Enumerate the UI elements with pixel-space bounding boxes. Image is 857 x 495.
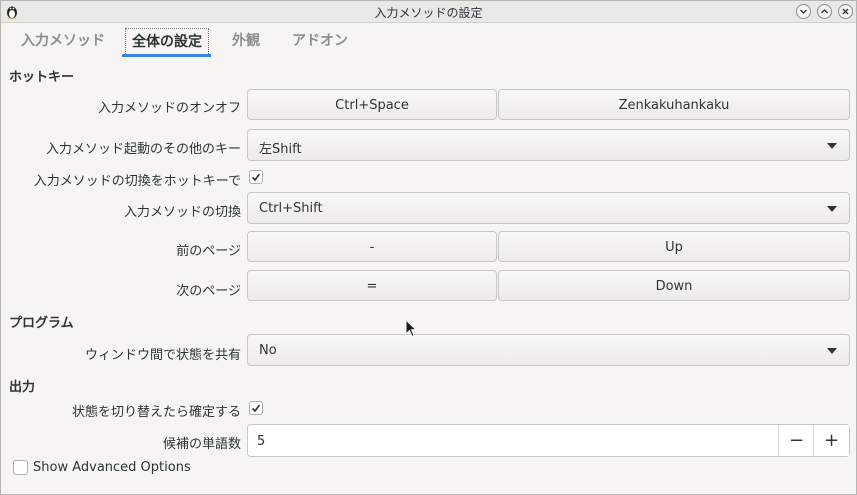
- close-icon: [842, 8, 849, 15]
- tab-appearance[interactable]: 外観: [226, 27, 266, 55]
- close-button[interactable]: [838, 4, 853, 19]
- section-output: 出力: [9, 380, 36, 395]
- share-state-select[interactable]: No: [247, 334, 850, 366]
- section-program: プログラム: [9, 316, 74, 331]
- toggle-label: 入力メソッドのオンオフ: [97, 101, 241, 116]
- prev-page-key-2-button[interactable]: Up: [498, 231, 850, 262]
- toggle-key-2-button[interactable]: Zenkakuhankaku: [498, 89, 850, 120]
- switch-label: 入力メソッドの切換: [123, 205, 241, 220]
- toggle-key-1-button[interactable]: Ctrl+Space: [247, 89, 497, 120]
- share-state-value: No: [259, 343, 277, 358]
- commit-label: 状態を切り替えたら確定する: [71, 405, 241, 420]
- prev-page-label: 前のページ: [176, 244, 241, 259]
- tab-bar: 入力メソッド 全体の設定 外観 アドオン: [1, 23, 856, 59]
- increment-button[interactable]: +: [813, 425, 849, 456]
- window-title: 入力メソッドの設定: [374, 6, 483, 20]
- next-page-key-1-button[interactable]: =: [247, 270, 497, 301]
- share-state-label: ウィンドウ間で状態を共有: [84, 348, 241, 363]
- extra-key-value: 左Shift: [259, 142, 302, 157]
- show-advanced-label: Show Advanced Options: [33, 460, 191, 475]
- extra-key-select[interactable]: 左Shift: [247, 129, 850, 161]
- prev-page-key-1-button[interactable]: -: [247, 231, 497, 262]
- candidates-value: 5: [257, 434, 266, 449]
- next-page-key-2-button[interactable]: Down: [498, 270, 850, 301]
- active-tab-indicator: [122, 54, 211, 57]
- tab-global-settings[interactable]: 全体の設定: [125, 28, 209, 56]
- enum-hotkey-checkbox[interactable]: [249, 170, 263, 184]
- chevron-up-icon: [821, 9, 828, 14]
- maximize-button[interactable]: [817, 4, 832, 19]
- switch-select[interactable]: Ctrl+Shift: [247, 192, 850, 224]
- extra-key-label: 入力メソッド起動のその他のキー: [45, 142, 241, 157]
- settings-window: 入力メソッドの設定 入力メソッド 全体の設定 外観 アドオン ホットキー 入力メ…: [0, 0, 857, 495]
- decrement-button[interactable]: −: [778, 425, 814, 456]
- mouse-pointer-icon: [405, 319, 417, 338]
- switch-value: Ctrl+Shift: [259, 201, 323, 216]
- section-hotkey: ホットキー: [9, 70, 75, 85]
- enum-hotkey-label: 入力メソッドの切換をホットキーで: [33, 174, 241, 189]
- checkmark-icon: [251, 173, 261, 182]
- dropdown-arrow-icon: [827, 348, 837, 354]
- checkmark-icon: [251, 404, 261, 413]
- minimize-button[interactable]: [796, 4, 811, 19]
- candidates-label: 候補の単語数: [162, 437, 241, 452]
- tab-input-method[interactable]: 入力メソッド: [17, 27, 109, 55]
- dropdown-arrow-icon: [827, 206, 837, 212]
- commit-checkbox[interactable]: [249, 401, 263, 415]
- candidates-spinbutton[interactable]: 5 − +: [247, 424, 850, 457]
- show-advanced-checkbox[interactable]: [13, 460, 28, 475]
- tab-addons[interactable]: アドオン: [286, 27, 354, 55]
- dropdown-arrow-icon: [827, 143, 837, 149]
- next-page-label: 次のページ: [176, 284, 241, 299]
- chevron-down-icon: [800, 9, 807, 14]
- titlebar: 入力メソッドの設定: [1, 1, 856, 23]
